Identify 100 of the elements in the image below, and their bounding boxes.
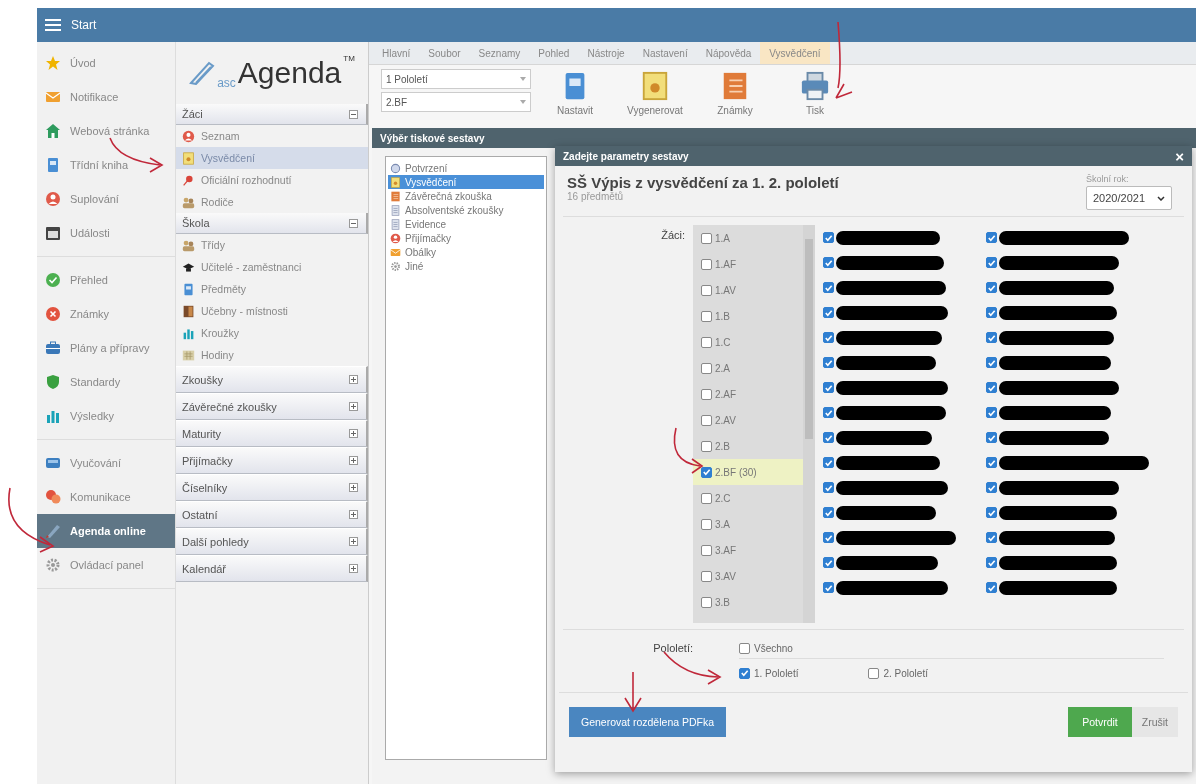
report-item[interactable]: Obálky: [388, 245, 544, 259]
report-item[interactable]: Absolventské zkoušky: [388, 203, 544, 217]
section-header[interactable]: Škola: [176, 213, 368, 234]
checkbox[interactable]: [701, 570, 712, 582]
checkbox[interactable]: [823, 282, 834, 293]
section-header[interactable]: Přijímačky: [176, 447, 368, 474]
checkbox[interactable]: [823, 307, 834, 318]
nav-item[interactable]: Webová stránka: [37, 114, 175, 148]
nav-item[interactable]: Suplování: [37, 182, 175, 216]
checkbox[interactable]: [701, 258, 712, 270]
checkbox[interactable]: [986, 532, 997, 543]
checkbox[interactable]: [986, 582, 997, 593]
nav-item[interactable]: Ovládací panel: [37, 548, 175, 582]
class-option[interactable]: 1.AF: [693, 251, 803, 277]
module-item[interactable]: Oficiální rozhodnutí: [176, 169, 368, 191]
class-option[interactable]: 3.B: [693, 589, 803, 615]
nav-item[interactable]: Známky: [37, 297, 175, 331]
nav-item[interactable]: Standardy: [37, 365, 175, 399]
section-header[interactable]: Žáci: [176, 104, 368, 125]
nav-item[interactable]: Třídní kniha: [37, 148, 175, 182]
checkbox[interactable]: [701, 492, 712, 504]
class-option[interactable]: 2.C: [693, 485, 803, 511]
checkbox[interactable]: [701, 336, 712, 348]
section-header[interactable]: Další pohledy: [176, 528, 368, 555]
nav-item[interactable]: Události: [37, 216, 175, 250]
expand-icon[interactable]: [349, 537, 358, 546]
nav-item[interactable]: Výsledky: [37, 399, 175, 433]
checkbox[interactable]: [823, 382, 834, 393]
module-item[interactable]: Učitelé - zaměstnanci: [176, 256, 368, 278]
checkbox[interactable]: [823, 232, 834, 243]
checkbox[interactable]: [701, 518, 712, 530]
checkbox[interactable]: [986, 357, 997, 368]
module-item[interactable]: Předměty: [176, 278, 368, 300]
checkbox[interactable]: [823, 482, 834, 493]
report-item[interactable]: Závěrečná zkouška: [388, 189, 544, 203]
expand-icon[interactable]: [349, 375, 358, 384]
checkbox[interactable]: [986, 282, 997, 293]
cancel-button[interactable]: Zrušit: [1131, 707, 1178, 737]
nav-item[interactable]: Komunikace: [37, 480, 175, 514]
close-button[interactable]: ×: [1175, 148, 1184, 164]
checkbox[interactable]: [986, 432, 997, 443]
section-header[interactable]: Číselníky: [176, 474, 368, 501]
checkbox[interactable]: [701, 232, 712, 244]
expand-icon[interactable]: [349, 456, 358, 465]
checkbox[interactable]: [701, 414, 712, 426]
report-item[interactable]: Potvrzení: [388, 161, 544, 175]
ribbon-tab[interactable]: Pohled: [529, 42, 579, 64]
semester-option[interactable]: Všechno: [739, 638, 1184, 658]
report-item[interactable]: Vysvědčení: [388, 175, 544, 189]
checkbox[interactable]: [823, 582, 834, 593]
section-header[interactable]: Maturity: [176, 420, 368, 447]
checkbox[interactable]: [823, 407, 834, 418]
ribbon-tab[interactable]: Nápověda: [696, 42, 761, 64]
checkbox[interactable]: [986, 482, 997, 493]
collapse-icon[interactable]: [349, 218, 358, 228]
ribbon-tab[interactable]: Nastavení: [633, 42, 697, 64]
class-option[interactable]: 2.AF: [693, 381, 803, 407]
checkbox[interactable]: [701, 310, 712, 322]
module-item[interactable]: Učebny - místnosti: [176, 300, 368, 322]
class-option[interactable]: 3.A: [693, 511, 803, 537]
ribbon-tab[interactable]: Nástroje: [578, 42, 634, 64]
expand-icon[interactable]: [349, 402, 358, 411]
section-header[interactable]: Ostatní: [176, 501, 368, 528]
section-header[interactable]: Závěrečné zkoušky: [176, 393, 368, 420]
class-option[interactable]: 2.BF (30): [693, 459, 803, 485]
checkbox[interactable]: [986, 382, 997, 393]
checkbox[interactable]: [986, 332, 997, 343]
ribbon-tab[interactable]: Hlavní: [373, 42, 420, 64]
module-item[interactable]: Kroužky: [176, 322, 368, 344]
checkbox[interactable]: [986, 257, 997, 268]
checkbox[interactable]: [986, 232, 997, 243]
checkbox[interactable]: [986, 457, 997, 468]
expand-icon[interactable]: [349, 564, 358, 573]
expand-icon[interactable]: [349, 483, 358, 492]
class-option[interactable]: 1.B: [693, 303, 803, 329]
report-item[interactable]: Přijímačky: [388, 231, 544, 245]
checkbox[interactable]: [701, 362, 712, 374]
class-option[interactable]: 2.B: [693, 433, 803, 459]
nav-item[interactable]: Plány a přípravy: [37, 331, 175, 365]
section-header[interactable]: Kalendář: [176, 555, 368, 582]
checkbox[interactable]: [986, 307, 997, 318]
checkbox[interactable]: [701, 388, 712, 400]
module-item[interactable]: Vysvědčení: [176, 147, 368, 169]
report-item[interactable]: Evidence: [388, 217, 544, 231]
school-year-select[interactable]: 2020/2021: [1086, 186, 1172, 210]
class-option[interactable]: 1.AV: [693, 277, 803, 303]
checkbox[interactable]: [986, 557, 997, 568]
ribbon-tab[interactable]: Soubor: [419, 42, 470, 64]
nav-item[interactable]: Vyučování: [37, 446, 175, 480]
module-item[interactable]: Seznam: [176, 125, 368, 147]
class-option[interactable]: 1.A: [693, 225, 803, 251]
dropdown[interactable]: 2.BF: [381, 92, 531, 112]
section-header[interactable]: Zkoušky: [176, 366, 368, 393]
class-option[interactable]: 3.AV: [693, 563, 803, 589]
checkbox[interactable]: [701, 284, 712, 296]
checkbox[interactable]: [701, 466, 712, 478]
menu-icon[interactable]: [45, 19, 61, 31]
ribbon-tab[interactable]: Seznamy: [469, 42, 530, 64]
module-item[interactable]: Rodiče: [176, 191, 368, 213]
checkbox[interactable]: [823, 532, 834, 543]
